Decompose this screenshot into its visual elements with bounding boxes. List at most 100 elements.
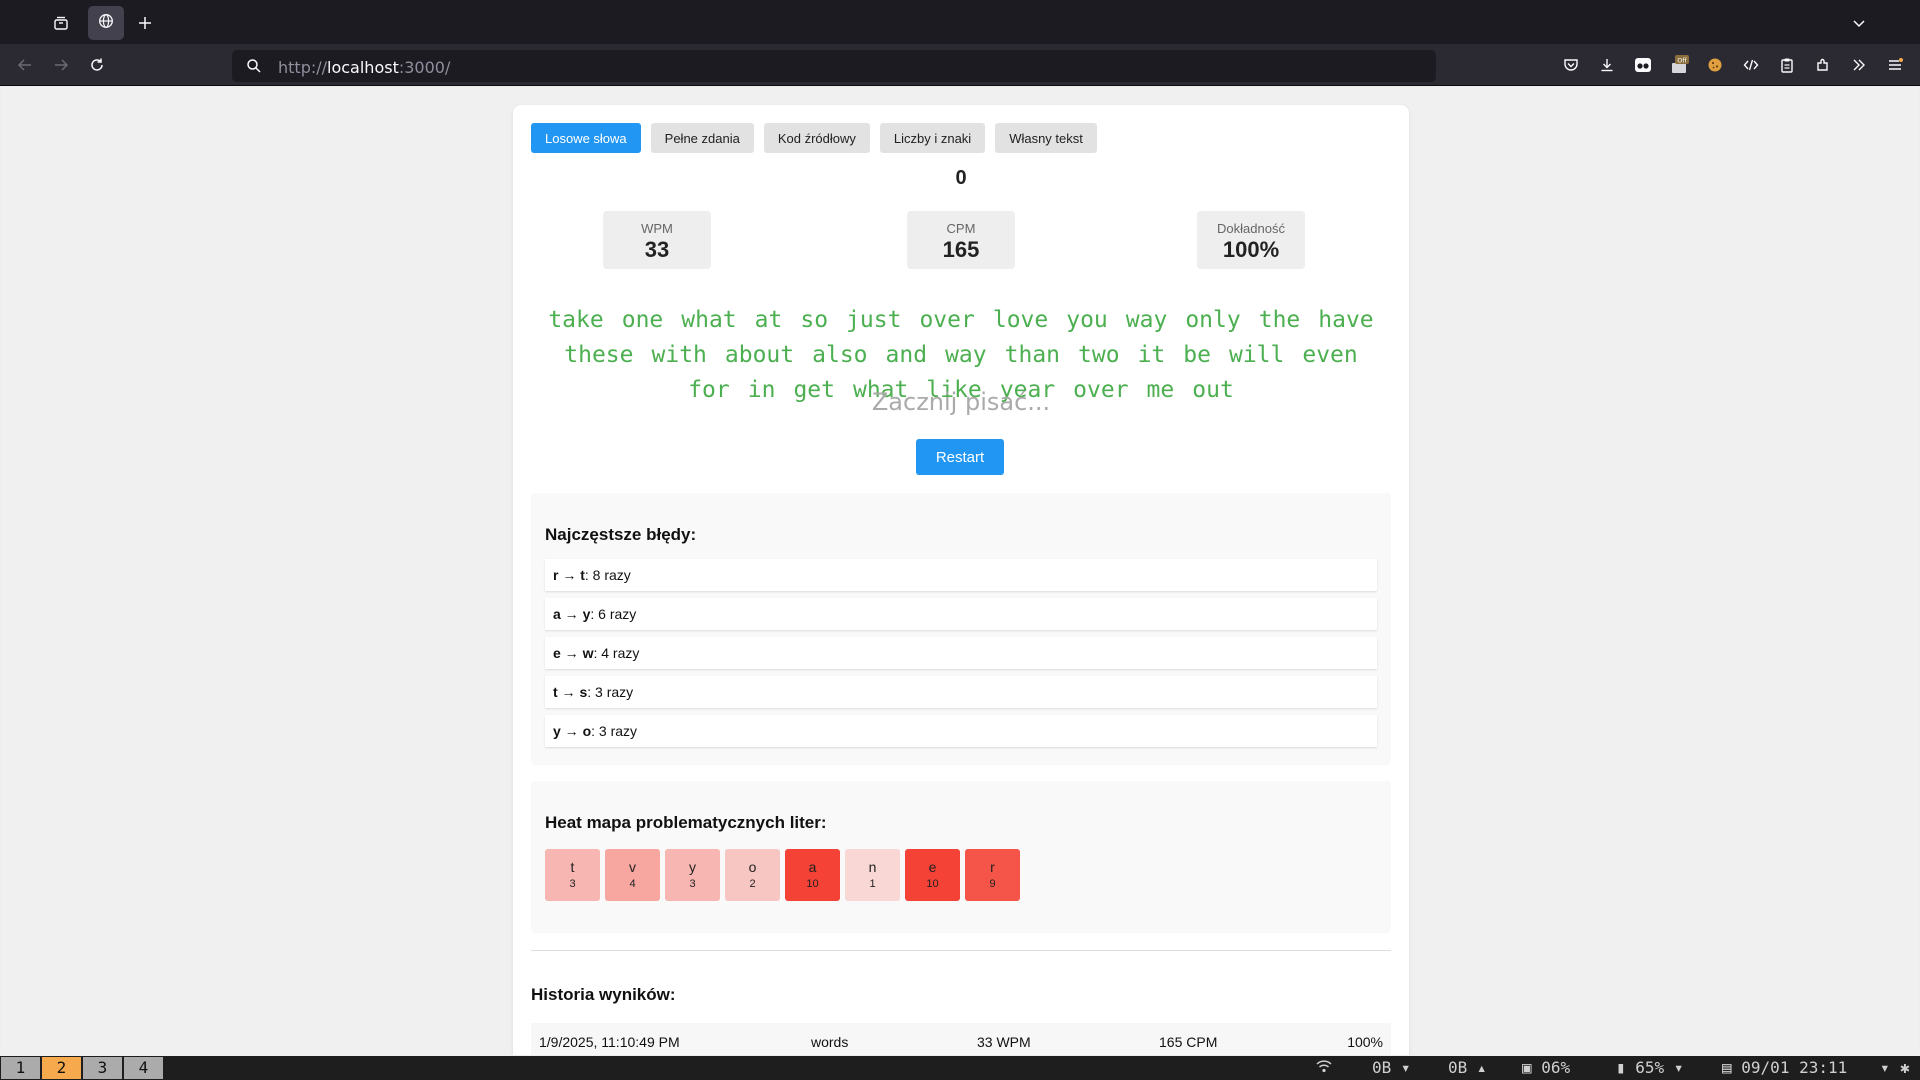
error-item: r → t: 8 razy	[545, 559, 1377, 591]
heatmap-cell: t3	[545, 849, 600, 901]
heatmap-letter: e	[928, 859, 937, 875]
devtools-code-icon[interactable]	[1740, 54, 1762, 76]
back-icon[interactable]	[14, 54, 36, 76]
history-mode: words	[811, 1034, 849, 1050]
svg-text:Off: Off	[1677, 56, 1687, 64]
forward-icon[interactable]	[50, 54, 72, 76]
common-errors-list: r → t: 8 razy a → y: 6 razy e → w: 4 razy t…	[545, 559, 1377, 754]
word: about	[724, 342, 795, 368]
mode-custom-text-button[interactable]: Własny tekst	[995, 123, 1097, 153]
common-errors-panel: Najczęstsze błędy: r → t: 8 razy a → y: 6…	[531, 493, 1391, 765]
network-down: 0B ▾	[1372, 1058, 1411, 1077]
heatmap-count: 4	[629, 878, 636, 890]
heatmap-cell: a 10	[785, 849, 840, 901]
word: the	[1258, 307, 1301, 333]
error-to: w	[582, 645, 594, 661]
error-count: : 3 razy	[587, 684, 634, 700]
heatmap-letter: o	[748, 859, 757, 875]
heatmap-cell: y3	[665, 849, 720, 901]
wifi-icon	[1316, 1058, 1332, 1077]
word: one	[621, 307, 664, 333]
url-bar[interactable]: http://localhost:3000/	[232, 50, 1436, 82]
list-all-tabs-icon[interactable]	[1848, 12, 1870, 34]
word: with	[651, 342, 707, 368]
cpm-value: 165	[942, 237, 980, 262]
extension-glasses-icon[interactable]	[1632, 54, 1654, 76]
overflow-chevrons-icon[interactable]	[1848, 54, 1870, 76]
word: so	[800, 307, 829, 333]
heatmap-count: 3	[689, 878, 696, 890]
error-count: : 8 razy	[584, 567, 631, 583]
app-menu-icon[interactable]	[1884, 54, 1906, 76]
restart-button[interactable]: Restart	[916, 439, 1004, 475]
cpm-label: CPM	[946, 221, 976, 236]
downloads-icon[interactable]	[1596, 54, 1618, 76]
mode-full-sentences-button[interactable]: Pełne zdania	[650, 123, 754, 153]
word: take	[548, 307, 604, 333]
reload-icon[interactable]	[86, 54, 108, 76]
word: have	[1318, 307, 1374, 333]
accuracy-stat: Dokładność 100%	[1197, 211, 1305, 269]
clipboard-icon[interactable]	[1776, 54, 1798, 76]
mode-numbers-symbols-button[interactable]: Liczby i znaki	[879, 123, 986, 153]
heatmap-letter: t	[570, 859, 575, 875]
error-to: o	[582, 723, 592, 739]
heatmap-panel: Heat mapa problematycznych liter: t3v4y3…	[531, 781, 1391, 933]
typing-input[interactable]: Zacznij pisać...	[513, 388, 1409, 416]
pocket-icon[interactable]	[1560, 54, 1582, 76]
word: it	[1137, 342, 1166, 368]
error-item: a → y: 6 razy	[545, 598, 1377, 630]
search-icon	[246, 58, 262, 79]
error-from: a	[553, 606, 561, 622]
error-from: e	[553, 645, 561, 661]
cookie-icon[interactable]	[1704, 54, 1726, 76]
url-text[interactable]: http://localhost:3000/	[278, 58, 450, 77]
settings-icon[interactable]: ✱	[1900, 1058, 1910, 1077]
word: over	[919, 307, 975, 333]
tab-overview-icon[interactable]	[50, 12, 72, 34]
clock: ▤ 09/01 23:11	[1722, 1058, 1848, 1077]
word: two	[1078, 342, 1120, 368]
error-count: : 6 razy	[590, 606, 637, 622]
common-errors-title: Najczęstsze błędy:	[545, 525, 697, 544]
active-tab[interactable]	[88, 6, 124, 40]
heatmap-count: 10	[806, 878, 819, 890]
heatmap-cell: e 10	[905, 849, 960, 901]
heatmap-letter: n	[868, 859, 877, 875]
history-row: 1/9/2025, 11:10:49 PM words 33 WPM 165 C…	[531, 1023, 1391, 1055]
word: will	[1228, 342, 1285, 368]
word: also	[812, 342, 868, 368]
word: just	[846, 307, 902, 333]
extension-off-icon[interactable]: Off	[1668, 54, 1690, 76]
error-count: : 3 razy	[591, 723, 638, 739]
wpm-label: WPM	[641, 221, 673, 236]
extensions-puzzle-icon[interactable]	[1812, 54, 1834, 76]
heatmap-cell: v4	[605, 849, 660, 901]
word: even	[1302, 342, 1358, 368]
word: at	[754, 307, 783, 333]
error-item: y → o: 3 razy	[545, 715, 1377, 747]
word: only	[1185, 307, 1241, 333]
workspace-4[interactable]: 4	[124, 1057, 163, 1079]
history-cpm: 165 CPM	[1159, 1034, 1218, 1050]
tab-bar	[0, 0, 1920, 44]
word: what	[681, 307, 737, 333]
workspace-2[interactable]: 2	[42, 1057, 81, 1079]
heatmap-count: 3	[569, 878, 576, 890]
workspace-1[interactable]: 1	[1, 1057, 40, 1079]
workspace-3[interactable]: 3	[83, 1057, 122, 1079]
timer-counter: 0	[955, 167, 967, 189]
cpu-icon: ▣	[1522, 1058, 1532, 1077]
wifi-down-icon: ▾	[1880, 1058, 1890, 1077]
error-from: t	[553, 684, 558, 700]
new-tab-icon[interactable]	[134, 12, 156, 34]
heatmap-letter: v	[629, 859, 636, 875]
word: be	[1183, 342, 1211, 368]
word: and	[885, 342, 928, 368]
heatmap-cell: r9	[965, 849, 1020, 901]
heatmap-letter: y	[689, 859, 696, 875]
heatmap-row: t 3 v 4 y 3 o 2 a 10 n 1 e 10 r 9	[545, 849, 1020, 901]
mode-random-words-button[interactable]: Losowe słowa	[531, 123, 641, 153]
heatmap-letter: r	[990, 859, 995, 875]
mode-source-code-button[interactable]: Kod źródłowy	[763, 123, 870, 153]
